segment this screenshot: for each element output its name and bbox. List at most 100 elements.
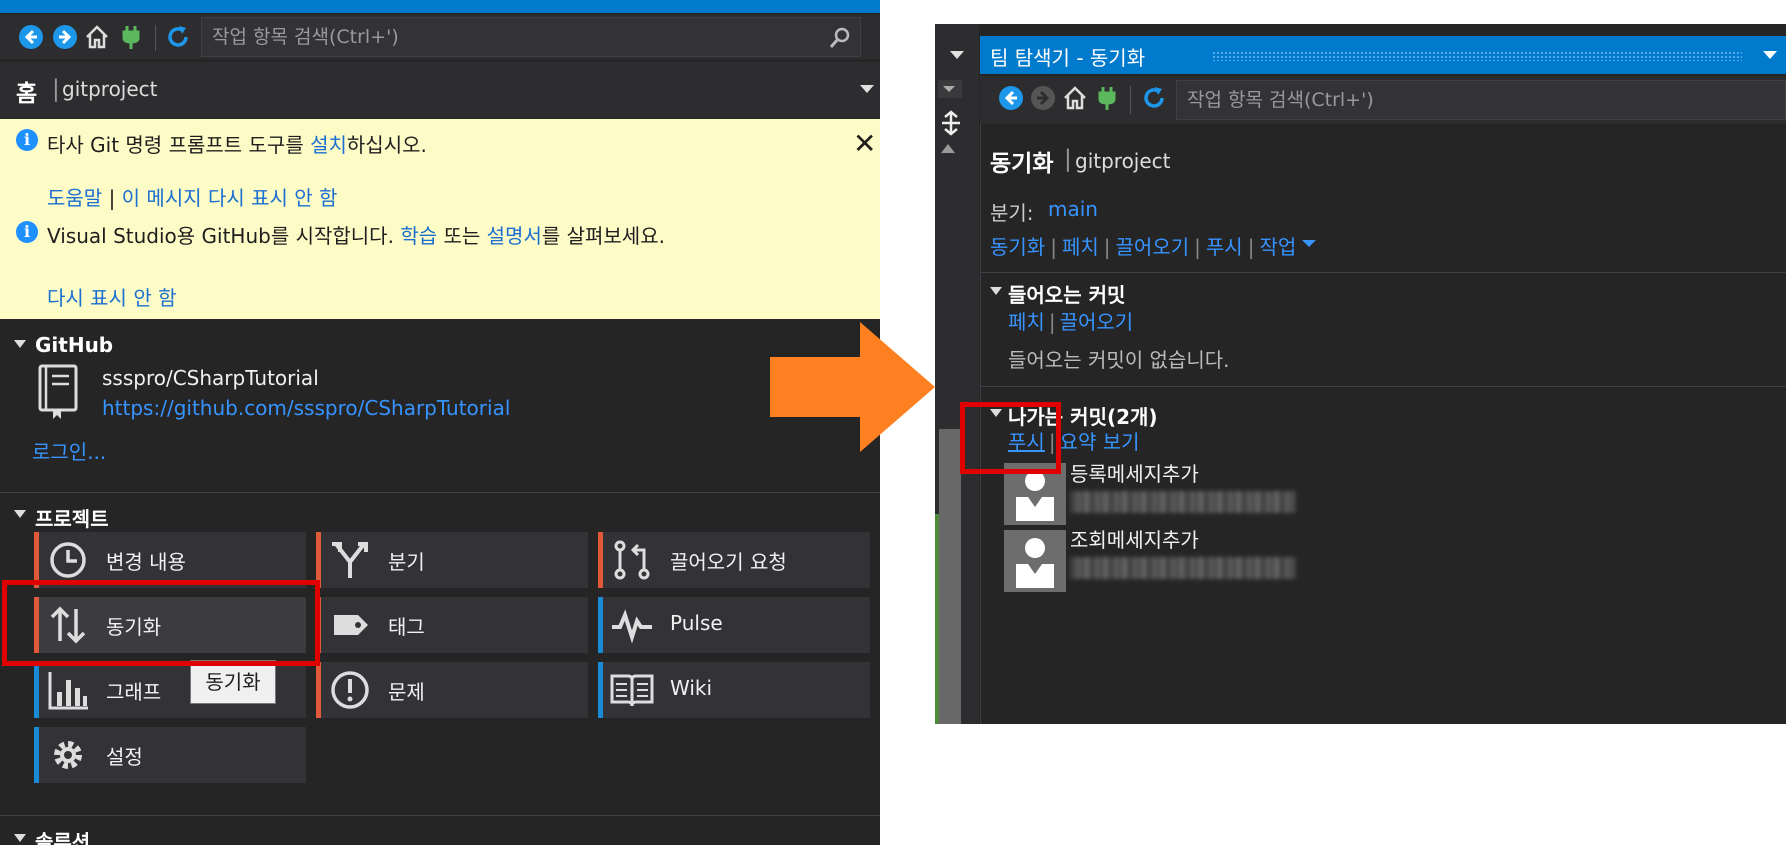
tile-branches[interactable]: 분기 bbox=[316, 532, 588, 588]
scrollbar-thumb[interactable] bbox=[939, 429, 961, 724]
info-icon: i bbox=[16, 221, 38, 243]
tile-label: 태그 bbox=[388, 615, 425, 639]
action-fetch-link[interactable]: 페치 bbox=[1062, 235, 1099, 259]
forward-icon[interactable] bbox=[52, 24, 78, 50]
project-name: gitproject bbox=[1075, 149, 1171, 173]
tile-label: 문제 bbox=[388, 680, 425, 704]
view-summary-link[interactable]: 요약 보기 bbox=[1060, 430, 1140, 454]
repository-url-link[interactable]: https://github.com/ssspro/CSharpTutorial bbox=[102, 396, 510, 420]
github-section-title: GitHub bbox=[35, 333, 114, 357]
tile-accent-bar bbox=[598, 662, 603, 718]
action-sync-link[interactable]: 동기화 bbox=[990, 235, 1045, 259]
team-explorer-toolbar: 작업 항목 검색(Ctrl+') bbox=[0, 15, 880, 59]
info-message-github: Visual Studio용 GitHub를 시작합니다. 학습 또는 설명서를… bbox=[47, 224, 665, 248]
sync-actions-bar: 동기화 | 페치 | 끌어오기 | 푸시 | 작업 bbox=[990, 231, 1296, 260]
info-message-git: 타사 Git 명령 프롬프트 도구를 설치하십시오. bbox=[47, 133, 427, 157]
collapse-triangle-icon[interactable] bbox=[14, 510, 26, 518]
collapse-triangle-icon[interactable] bbox=[14, 834, 26, 842]
tile-accent-bar bbox=[34, 662, 39, 718]
help-link[interactable]: 도움말 bbox=[47, 186, 102, 210]
pull-request-icon bbox=[614, 540, 650, 580]
connect-plug-icon[interactable] bbox=[1094, 85, 1120, 111]
tile-accent-bar bbox=[598, 597, 603, 653]
refresh-icon[interactable] bbox=[1141, 85, 1167, 111]
clock-icon bbox=[50, 542, 86, 578]
bar-graph-icon bbox=[48, 672, 88, 710]
close-icon[interactable]: ✕ bbox=[853, 127, 876, 160]
page-title: 동기화 bbox=[990, 151, 1054, 177]
tile-label: 그래프 bbox=[106, 680, 162, 704]
home-icon[interactable] bbox=[84, 24, 110, 50]
work-item-search-input[interactable]: 작업 항목 검색(Ctrl+') bbox=[201, 17, 861, 57]
action-separator: | bbox=[1050, 235, 1057, 259]
page-header: 홈 | gitproject bbox=[0, 62, 880, 118]
tile-pulse[interactable]: Pulse bbox=[598, 597, 870, 653]
connect-plug-icon[interactable] bbox=[118, 24, 144, 50]
action-separator: | bbox=[1103, 235, 1111, 259]
tile-label: 분기 bbox=[388, 550, 425, 574]
scroll-up-icon[interactable] bbox=[941, 144, 955, 153]
book-icon bbox=[610, 674, 654, 707]
login-link[interactable]: 로그인... bbox=[32, 436, 106, 465]
refresh-icon[interactable] bbox=[165, 24, 191, 50]
dropdown-button[interactable] bbox=[938, 80, 962, 98]
commit-message[interactable]: 등록메세지추가 bbox=[1070, 458, 1199, 487]
back-icon[interactable] bbox=[998, 85, 1024, 111]
title-grip[interactable] bbox=[1212, 51, 1742, 61]
work-item-search-input[interactable]: 작업 항목 검색(Ctrl+') bbox=[1176, 80, 1786, 120]
incoming-pull-link[interactable]: 끌어오기 bbox=[1060, 310, 1134, 334]
github-dont-show-link[interactable]: 다시 표시 안 함 bbox=[47, 282, 176, 311]
info-icon: i bbox=[16, 129, 38, 151]
orange-arrow-graphic bbox=[770, 322, 935, 452]
back-icon[interactable] bbox=[18, 24, 44, 50]
chevron-down-icon[interactable] bbox=[950, 51, 964, 59]
action-pull-link[interactable]: 끌어오기 bbox=[1116, 235, 1190, 259]
tile-settings[interactable]: 설정 bbox=[34, 727, 306, 783]
tile-label: Wiki bbox=[670, 676, 713, 700]
push-highlight-box bbox=[960, 402, 1061, 474]
tile-issues[interactable]: 문제 bbox=[316, 662, 588, 718]
sync-highlight-box bbox=[2, 580, 320, 666]
chevron-down-icon[interactable] bbox=[1302, 240, 1316, 247]
tile-wiki[interactable]: Wiki bbox=[598, 662, 870, 718]
action-more-link[interactable]: 작업 bbox=[1259, 235, 1296, 259]
team-explorer-toolbar: 작업 항목 검색(Ctrl+') bbox=[980, 76, 1786, 124]
gear-icon bbox=[54, 741, 82, 769]
team-explorer-home-panel: 작업 항목 검색(Ctrl+') 홈 | gitproject i 타사 Git… bbox=[0, 0, 880, 845]
tile-pull-requests[interactable]: 끌어오기 요청 bbox=[598, 532, 870, 588]
sync-tooltip: 동기화 bbox=[190, 660, 276, 704]
install-link[interactable]: 설치 bbox=[310, 133, 347, 157]
chevron-down-icon[interactable] bbox=[860, 85, 874, 93]
project-name: gitproject bbox=[62, 77, 158, 101]
title-separator: | bbox=[1064, 146, 1072, 172]
tile-accent-bar bbox=[598, 532, 603, 588]
commit-details-blurred bbox=[1070, 557, 1295, 579]
tile-tags[interactable]: 태그 bbox=[316, 597, 588, 653]
learn-link[interactable]: 학습 bbox=[400, 224, 437, 248]
split-handle-icon[interactable] bbox=[939, 110, 963, 136]
tool-window-title-text: 팀 탐색기 - 동기화 bbox=[990, 46, 1146, 70]
commit-message[interactable]: 조회메세지추가 bbox=[1070, 524, 1199, 553]
docs-link[interactable]: 설명서 bbox=[487, 224, 542, 248]
chevron-down-icon[interactable] bbox=[1763, 51, 1777, 59]
page-title: 홈 bbox=[16, 81, 38, 107]
incoming-empty-message: 들어오는 커밋이 없습니다. bbox=[1008, 348, 1230, 372]
solution-section-title: 솔루션 bbox=[35, 830, 91, 845]
title-separator: | bbox=[52, 76, 60, 102]
tile-accent-bar bbox=[316, 662, 321, 718]
section-divider bbox=[980, 386, 1786, 387]
branch-name-link[interactable]: main bbox=[1048, 197, 1098, 221]
repository-book-icon bbox=[38, 364, 78, 419]
dont-show-again-link[interactable]: 이 메시지 다시 표시 안 함 bbox=[122, 186, 338, 210]
issue-icon bbox=[331, 671, 369, 709]
incoming-fetch-link[interactable]: 페치 bbox=[1008, 310, 1045, 334]
action-separator: | bbox=[1247, 235, 1255, 259]
forward-icon[interactable] bbox=[1030, 85, 1056, 111]
collapse-triangle-icon[interactable] bbox=[14, 340, 26, 348]
action-push-link[interactable]: 푸시 bbox=[1206, 235, 1243, 259]
collapse-triangle-icon[interactable] bbox=[990, 287, 1002, 295]
section-divider bbox=[980, 272, 1786, 273]
home-icon[interactable] bbox=[1062, 85, 1088, 111]
repository-name: ssspro/CSharpTutorial bbox=[102, 366, 319, 390]
incoming-commits-title: 들어오는 커밋 bbox=[1008, 283, 1126, 307]
